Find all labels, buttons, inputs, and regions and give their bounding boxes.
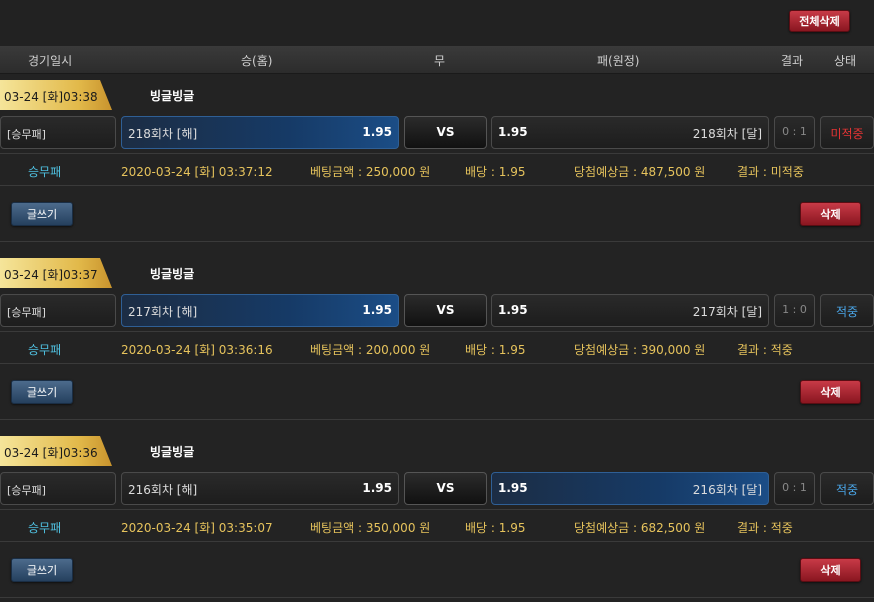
draw-vs[interactable]: VS — [404, 116, 487, 149]
delete-button[interactable]: 삭제 — [800, 558, 861, 582]
bet-actions: 글쓰기 삭제 — [0, 542, 874, 598]
header-status: 상태 — [834, 54, 857, 68]
score: 1 : 0 — [774, 294, 815, 327]
top-toolbar: 전체삭제 — [0, 0, 874, 46]
bet-entry: 03-24 [화]03:36 빙글빙글 [승무패] 216회차 [해] 1.95… — [0, 436, 874, 602]
detail-type: 승무패 — [28, 165, 62, 179]
home-pick[interactable]: 216회차 [해] 1.95 — [121, 472, 399, 505]
detail-datetime: 2020-03-24 [화] 03:37:12 — [121, 165, 273, 179]
detail-type: 승무패 — [28, 343, 62, 357]
bet-type: [승무패] — [0, 472, 116, 505]
bet-detail-row: 승무패 2020-03-24 [화] 03:37:12 베팅금액 : 250,0… — [0, 153, 874, 186]
away-pick[interactable]: 1.95 218회차 [달] — [491, 116, 769, 149]
header-away: 패(원정) — [597, 54, 640, 68]
header-home: 승(홈) — [241, 54, 273, 68]
write-button[interactable]: 글쓰기 — [11, 380, 73, 404]
home-team: 216회차 [해] — [128, 483, 198, 497]
draw-vs[interactable]: VS — [404, 472, 487, 505]
league-name: 빙글빙글 — [150, 267, 195, 281]
home-pick[interactable]: 218회차 [해] 1.95 — [121, 116, 399, 149]
home-odd: 1.95 — [362, 125, 392, 139]
away-pick[interactable]: 1.95 216회차 [달] — [491, 472, 769, 505]
status-badge: 적중 — [820, 294, 874, 327]
away-odd: 1.95 — [498, 481, 528, 495]
write-button[interactable]: 글쓰기 — [11, 558, 73, 582]
draw-vs[interactable]: VS — [404, 294, 487, 327]
score: 0 : 1 — [774, 116, 815, 149]
header-date: 경기일시 — [28, 54, 73, 68]
away-team: 218회차 [달] — [692, 127, 762, 141]
detail-amount: 베팅금액 : 200,000 원 — [310, 343, 431, 357]
detail-amount: 베팅금액 : 250,000 원 — [310, 165, 431, 179]
away-pick[interactable]: 1.95 217회차 [달] — [491, 294, 769, 327]
bet-actions: 글쓰기 삭제 — [0, 186, 874, 242]
bet-date-badge: 03-24 [화]03:37 — [0, 258, 112, 288]
detail-result: 결과 : 미적중 — [737, 165, 804, 179]
delete-button[interactable]: 삭제 — [800, 380, 861, 404]
bet-type: [승무패] — [0, 294, 116, 327]
bet-entry: 03-24 [화]03:37 빙글빙글 [승무패] 217회차 [해] 1.95… — [0, 258, 874, 428]
home-team: 218회차 [해] — [128, 127, 198, 141]
away-odd: 1.95 — [498, 125, 528, 139]
bet-date-badge: 03-24 [화]03:38 — [0, 80, 112, 110]
header-draw: 무 — [434, 54, 446, 68]
detail-odd: 배당 : 1.95 — [465, 165, 526, 179]
detail-result: 결과 : 적중 — [737, 521, 793, 535]
home-odd: 1.95 — [362, 303, 392, 317]
table-header: 경기일시 승(홈) 무 패(원정) 결과 상태 — [0, 46, 874, 74]
status-badge: 미적중 — [820, 116, 874, 149]
bet-entry: 03-24 [화]03:38 빙글빙글 [승무패] 218회차 [해] 1.95… — [0, 80, 874, 250]
away-odd: 1.95 — [498, 303, 528, 317]
detail-expected: 당첨예상금 : 682,500 원 — [574, 521, 706, 535]
delete-button[interactable]: 삭제 — [800, 202, 861, 226]
delete-all-button[interactable]: 전체삭제 — [789, 10, 850, 32]
league-name: 빙글빙글 — [150, 445, 195, 459]
bet-date-badge: 03-24 [화]03:36 — [0, 436, 112, 466]
header-result: 결과 — [781, 54, 804, 68]
detail-type: 승무패 — [28, 521, 62, 535]
detail-amount: 베팅금액 : 350,000 원 — [310, 521, 431, 535]
home-team: 217회차 [해] — [128, 305, 198, 319]
write-button[interactable]: 글쓰기 — [11, 202, 73, 226]
detail-datetime: 2020-03-24 [화] 03:35:07 — [121, 521, 273, 535]
detail-expected: 당첨예상금 : 390,000 원 — [574, 343, 706, 357]
status-badge: 적중 — [820, 472, 874, 505]
detail-datetime: 2020-03-24 [화] 03:36:16 — [121, 343, 273, 357]
league-name: 빙글빙글 — [150, 89, 195, 103]
bet-detail-row: 승무패 2020-03-24 [화] 03:36:16 베팅금액 : 200,0… — [0, 331, 874, 364]
bet-detail-row: 승무패 2020-03-24 [화] 03:35:07 베팅금액 : 350,0… — [0, 509, 874, 542]
home-pick[interactable]: 217회차 [해] 1.95 — [121, 294, 399, 327]
detail-result: 결과 : 적중 — [737, 343, 793, 357]
bet-type: [승무패] — [0, 116, 116, 149]
away-team: 217회차 [달] — [692, 305, 762, 319]
detail-expected: 당첨예상금 : 487,500 원 — [574, 165, 706, 179]
home-odd: 1.95 — [362, 481, 392, 495]
detail-odd: 배당 : 1.95 — [465, 343, 526, 357]
bet-actions: 글쓰기 삭제 — [0, 364, 874, 420]
away-team: 216회차 [달] — [692, 483, 762, 497]
score: 0 : 1 — [774, 472, 815, 505]
detail-odd: 배당 : 1.95 — [465, 521, 526, 535]
